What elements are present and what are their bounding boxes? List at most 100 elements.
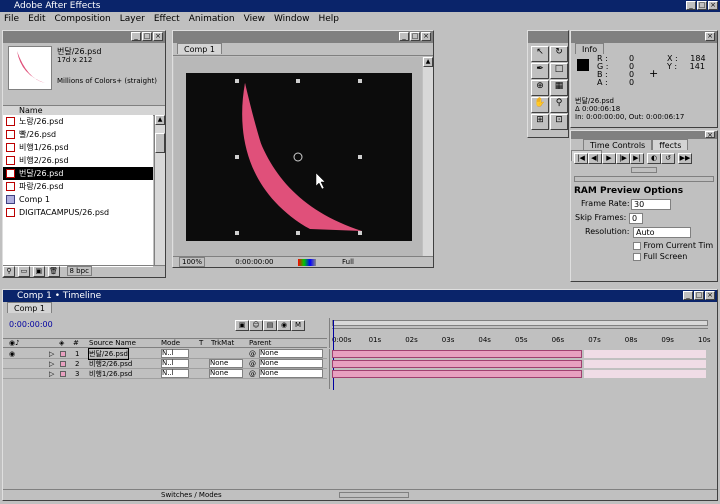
pan-behind-tool-icon[interactable]: ⊕ [531, 80, 549, 96]
menu-view[interactable]: View [244, 14, 265, 24]
layer-row[interactable]: ◉ ▷ 1 번달/26.psd N..l @ None [3, 348, 327, 360]
comp-close-button[interactable]: × [421, 32, 431, 41]
audio-icon[interactable]: ◐ [647, 153, 661, 164]
prev-frame-icon[interactable]: ◀| [588, 153, 602, 164]
text-tool-icon[interactable]: ▦ [550, 80, 568, 96]
label-color-icon[interactable] [60, 371, 66, 377]
twirl-icon[interactable]: ▷ [49, 359, 54, 369]
project-list-item[interactable]: 노랑/26.psd [3, 115, 153, 128]
twirl-icon[interactable]: ▷ [49, 349, 54, 359]
new-folder-icon[interactable]: ▭ [17, 266, 30, 277]
bpc-label[interactable]: 8 bpc [66, 266, 92, 276]
resolution-select[interactable]: Auto [633, 227, 691, 238]
menu-help[interactable]: Help [318, 14, 339, 24]
mode-header[interactable]: Mode [161, 339, 180, 348]
t-header[interactable]: T [199, 339, 203, 348]
project-list-item[interactable]: 비행1/26.psd [3, 141, 153, 154]
project-scroll-up[interactable]: ▲ [155, 115, 165, 125]
layer-duration-bar[interactable] [332, 370, 582, 378]
comp-time-display[interactable]: 0:00:00:00 [235, 258, 273, 266]
full-screen-checkbox[interactable] [633, 252, 641, 261]
project-minimize-button[interactable]: _ [131, 32, 141, 41]
menu-effect[interactable]: Effect [154, 14, 180, 24]
motion-icon[interactable]: M [291, 320, 305, 331]
info-close-button[interactable]: × [705, 32, 715, 41]
layer-mode-select[interactable]: N..l [161, 369, 189, 378]
menu-layer[interactable]: Layer [120, 14, 145, 24]
project-list-item[interactable]: 비행2/26.psd [3, 154, 153, 167]
comp-maximize-button[interactable]: □ [410, 32, 420, 41]
from-current-checkbox[interactable] [633, 241, 641, 250]
layer-name[interactable]: 번달/26.psd [88, 348, 129, 360]
last-frame-icon[interactable]: ▶| [630, 153, 644, 164]
project-maximize-button[interactable]: □ [142, 32, 152, 41]
maximize-button[interactable]: □ [697, 1, 707, 10]
layer-parent-select[interactable]: None [259, 349, 323, 358]
zoom-slider[interactable] [339, 492, 409, 498]
selection-tool-icon[interactable]: ↖ [531, 46, 549, 62]
project-list-item[interactable]: 빨/26.psd [3, 128, 153, 141]
layer-mode-select[interactable]: N..l [161, 349, 189, 358]
menu-edit[interactable]: Edit [28, 14, 45, 24]
skip-frames-input[interactable]: 0 [629, 213, 643, 224]
source-name-header[interactable]: Source Name [89, 339, 136, 348]
timeline-minimize-button[interactable]: _ [683, 291, 693, 300]
resolution-dropdown[interactable]: Full [342, 258, 354, 266]
layer-duration-bar[interactable] [332, 350, 582, 358]
layer-name[interactable]: 비행2/26.psd [89, 359, 132, 369]
zoom-dropdown[interactable]: 100% [179, 257, 206, 267]
timeline-time-display[interactable]: 0:00:00:00 [9, 320, 53, 329]
camera-tool-icon[interactable]: ⊞ [531, 114, 549, 130]
zoom-tool-icon[interactable]: ⚲ [550, 97, 568, 113]
project-list-item[interactable]: DIGITACAMPUS/26.psd [3, 206, 153, 219]
project-close-button[interactable]: × [153, 32, 163, 41]
layer-trkmat-select[interactable]: None [209, 359, 243, 368]
tab-comp1[interactable]: Comp 1 [177, 43, 222, 54]
tab-ffects[interactable]: ffects [652, 139, 689, 150]
menu-animation[interactable]: Animation [189, 14, 235, 24]
project-list-item[interactable]: 파랑/26.psd [3, 180, 153, 193]
trkmat-header[interactable]: TrkMat [211, 339, 234, 348]
minimize-button[interactable]: _ [686, 1, 696, 10]
comp-vscrollbar[interactable]: ▲ [423, 57, 433, 257]
layer-trkmat-select[interactable]: None [209, 369, 243, 378]
next-frame-icon[interactable]: |▶ [616, 153, 630, 164]
timeline-maximize-button[interactable]: □ [694, 291, 704, 300]
layer-duration-bar[interactable] [332, 360, 582, 368]
frame-blend-icon[interactable]: ▤ [263, 320, 277, 331]
comp-scroll-up[interactable]: ▲ [423, 57, 433, 67]
trash-icon[interactable]: 🗑 [47, 266, 60, 277]
project-list-item[interactable]: Comp 1 [3, 193, 153, 206]
tab-timeline-comp1[interactable]: Comp 1 [7, 302, 52, 313]
menu-composition[interactable]: Composition [55, 14, 111, 24]
label-color-icon[interactable] [60, 351, 66, 357]
menu-window[interactable]: Window [274, 14, 310, 24]
parent-pickwhip-icon[interactable]: @ [249, 369, 256, 379]
mask-tool-icon[interactable]: □ [550, 63, 568, 79]
tab-time-controls[interactable]: Time Controls [583, 139, 653, 150]
hand-tool-icon[interactable]: ✋ [531, 97, 549, 113]
time-navigator[interactable] [332, 328, 708, 333]
layer-parent-select[interactable]: None [259, 369, 323, 378]
project-list-item[interactable]: 번달/26.psd [3, 167, 153, 180]
ram-preview-icon[interactable]: ▶▶ [678, 153, 692, 164]
parent-header[interactable]: Parent [249, 339, 271, 348]
comp-flowchart-icon[interactable]: ▣ [235, 320, 249, 331]
crescent-layer[interactable] [186, 73, 412, 241]
play-icon[interactable]: ▶ [602, 153, 616, 164]
jog-shuttle[interactable] [631, 167, 657, 173]
shuttle-slider[interactable] [574, 176, 714, 182]
comp-minimize-button[interactable]: _ [399, 32, 409, 41]
timeline-close-button[interactable]: × [705, 291, 715, 300]
comp-canvas[interactable] [186, 73, 412, 241]
shy-icon[interactable]: ☺ [249, 320, 263, 331]
rotation-tool-icon[interactable]: ↻ [550, 46, 568, 62]
time-ruler[interactable]: 0:00s 01s 02s 03s 04s 05s 06s 07s 08s 09s 10s [329, 318, 715, 348]
color-channels-icon[interactable] [297, 258, 316, 266]
layer-name[interactable]: 비행1/26.psd [89, 369, 132, 379]
layer-row[interactable]: ▷ 2 비행2/26.psd N..l None @ None [3, 359, 327, 369]
switches-modes-toggle[interactable]: Switches / Modes [161, 490, 222, 500]
work-area-bar[interactable] [332, 320, 708, 326]
new-comp-icon[interactable]: ▣ [32, 266, 45, 277]
time-controls-close-button[interactable]: × [705, 131, 715, 139]
